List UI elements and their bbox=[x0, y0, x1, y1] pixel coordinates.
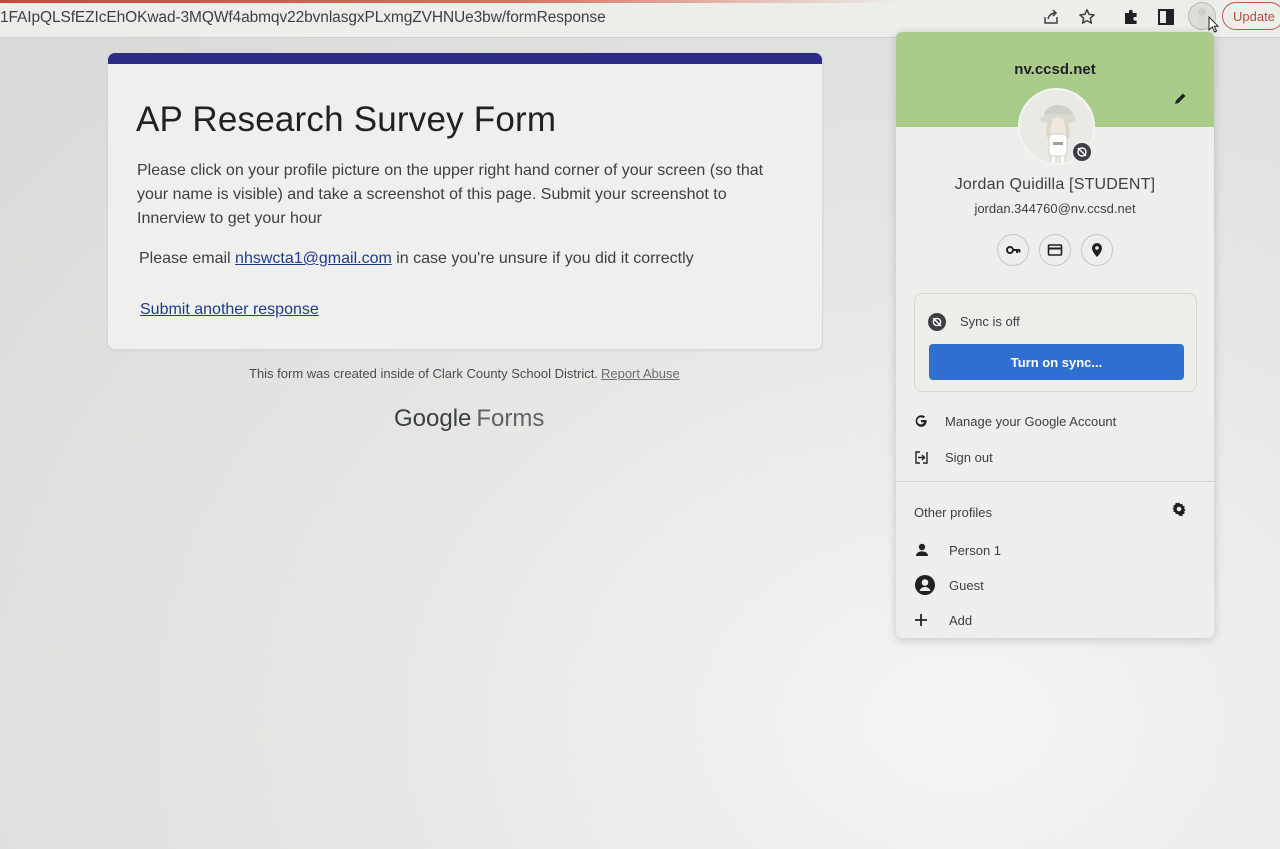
sign-out-item[interactable]: Sign out bbox=[914, 445, 993, 469]
address-bar-url[interactable]: 1FAIpQLSfEZIcEhOKwad-3MQWf4abmqv22bvnlas… bbox=[0, 9, 606, 27]
update-button[interactable]: Update bbox=[1222, 2, 1280, 30]
password-key-icon[interactable] bbox=[997, 234, 1029, 266]
manage-profiles-gear-icon[interactable] bbox=[1171, 501, 1187, 522]
other-profiles-heading: Other profiles bbox=[914, 505, 993, 520]
profile-item-person-1[interactable]: Person 1 bbox=[914, 538, 1001, 562]
email-suffix-text: in case you're unsure if you did it corr… bbox=[391, 250, 694, 267]
side-panel-icon[interactable] bbox=[1153, 4, 1179, 30]
person-icon bbox=[914, 542, 936, 558]
profile-divider bbox=[896, 481, 1214, 482]
extensions-icon[interactable] bbox=[1118, 4, 1144, 30]
contact-email-link[interactable]: nhswcta1@gmail.com bbox=[235, 250, 392, 267]
sync-status-text: Sync is off bbox=[960, 314, 1020, 329]
edit-pencil-icon[interactable] bbox=[1173, 92, 1187, 111]
account-domain: nv.ccsd.net bbox=[1014, 61, 1096, 78]
profile-menu-popup: nv.ccsd.net Jordan Quidilla [STUDENT] jo… bbox=[896, 32, 1214, 638]
google-g-icon bbox=[914, 414, 934, 428]
form-email-line: Please email nhswcta1@gmail.com in case … bbox=[139, 250, 694, 268]
profile-item-guest[interactable]: Guest bbox=[914, 573, 984, 597]
guest-label: Guest bbox=[949, 577, 984, 593]
footer-note-text: This form was created inside of Clark Co… bbox=[249, 366, 598, 381]
form-title: AP Research Survey Form bbox=[136, 100, 557, 139]
guest-icon bbox=[914, 574, 936, 596]
sync-card: Sync is off Turn on sync... bbox=[914, 293, 1197, 392]
sign-out-label: Sign out bbox=[945, 449, 993, 465]
manage-google-account-item[interactable]: Manage your Google Account bbox=[914, 409, 1116, 433]
form-response-card: AP Research Survey Form Please click on … bbox=[107, 52, 823, 350]
google-wordmark: Google bbox=[394, 405, 472, 432]
email-prefix-text: Please email bbox=[139, 250, 236, 267]
form-footer-note: This form was created inside of Clark Co… bbox=[249, 366, 680, 381]
form-accent-bar bbox=[108, 53, 822, 64]
submit-another-response-link[interactable]: Submit another response bbox=[140, 301, 319, 319]
google-forms-logo[interactable]: Google Forms bbox=[394, 405, 544, 433]
bookmark-star-icon[interactable] bbox=[1074, 4, 1100, 30]
person-1-label: Person 1 bbox=[949, 542, 1002, 558]
form-description: Please click on your profile picture on … bbox=[137, 162, 764, 227]
report-abuse-link[interactable]: Report Abuse bbox=[601, 366, 680, 381]
share-icon[interactable] bbox=[1038, 4, 1064, 30]
payment-card-icon[interactable] bbox=[1039, 234, 1071, 266]
profile-item-add[interactable]: Add bbox=[914, 608, 972, 632]
turn-on-sync-button[interactable]: Turn on sync... bbox=[929, 344, 1184, 380]
sync-paused-badge-icon bbox=[1071, 141, 1093, 163]
manage-account-label: Manage your Google Account bbox=[945, 413, 1117, 429]
forms-wordmark: Forms bbox=[476, 405, 545, 432]
address-pin-icon[interactable] bbox=[1081, 234, 1113, 266]
sign-out-icon bbox=[914, 450, 934, 465]
add-profile-label: Add bbox=[949, 612, 973, 628]
profile-email: jordan.344760@nv.ccsd.net bbox=[974, 201, 1136, 216]
profile-name: Jordan Quidilla [STUDENT] bbox=[954, 176, 1156, 193]
sync-off-icon bbox=[928, 313, 946, 331]
add-icon bbox=[914, 613, 936, 627]
